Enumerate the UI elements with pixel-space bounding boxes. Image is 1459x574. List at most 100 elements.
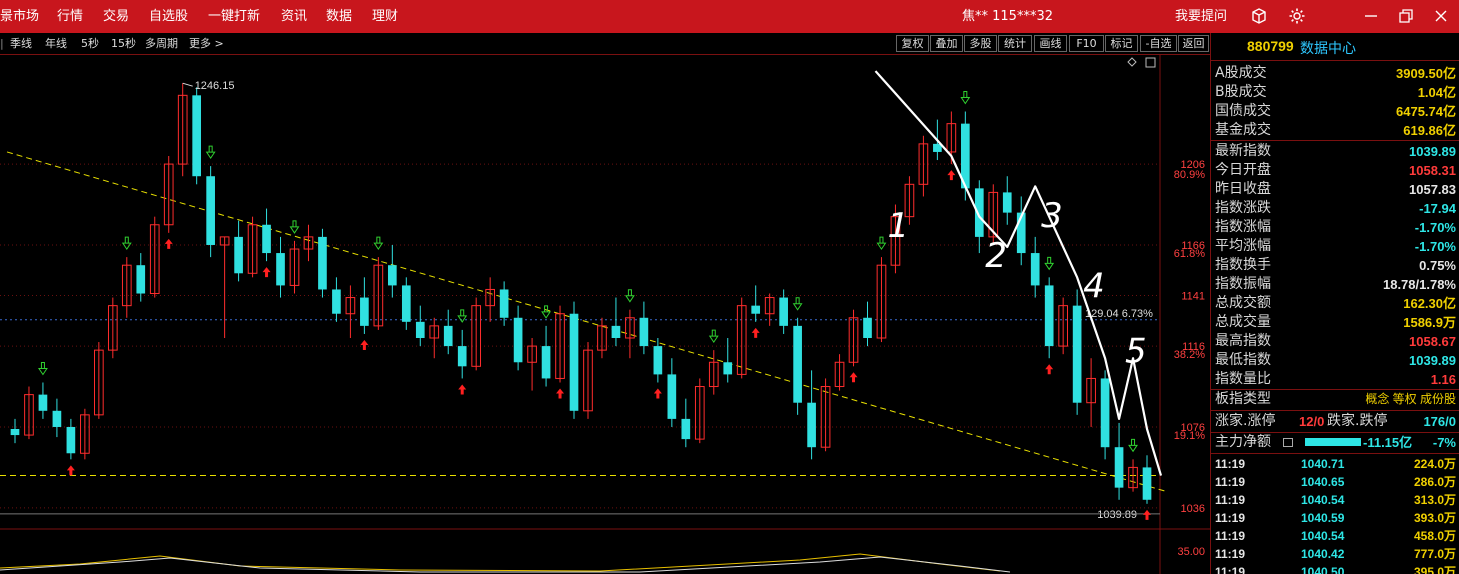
tick-price: 1040.65 xyxy=(1301,475,1345,489)
candle-body xyxy=(10,429,20,436)
panel-toggle-icon xyxy=(1145,57,1156,68)
menu-finance[interactable]: 理财 xyxy=(372,8,398,25)
period-5s[interactable]: 5秒 xyxy=(81,36,99,51)
menu-data[interactable]: 数据 xyxy=(326,8,352,25)
draw-line-button[interactable]: 画线 xyxy=(1034,35,1067,52)
stat-row: 总成交量 1586.9万 xyxy=(1211,313,1459,332)
candle-body xyxy=(234,236,243,274)
user-account[interactable]: 焦** 115***32 xyxy=(962,8,1053,25)
mark-button[interactable]: 标记 xyxy=(1105,35,1138,52)
tick-volume: 224.0万 xyxy=(1413,457,1456,471)
buy-signal-icon xyxy=(360,339,369,350)
stat-row: 平均涨幅 -1.70% xyxy=(1211,237,1459,256)
chart-toolbar: | 季线 年线 5秒 15秒 多周期 更多 > 复权 叠加 多股 统计 画线 F… xyxy=(0,33,1210,55)
volume-label: 基金成交 xyxy=(1215,122,1271,138)
sell-signal-icon xyxy=(373,236,384,251)
index-type-label: 板指类型 xyxy=(1215,391,1271,407)
menu-watchlist[interactable]: 自选股 xyxy=(149,8,188,25)
candle-body xyxy=(1114,447,1124,488)
tick-time: 11:19 xyxy=(1215,565,1246,574)
candle-body xyxy=(1142,467,1152,500)
stat-row: 昨日收盘 1057.83 xyxy=(1211,180,1459,199)
tick-row: 11:19 1040.54 313.0万 xyxy=(1211,491,1459,509)
candle-body xyxy=(387,265,397,286)
candle-body xyxy=(499,289,509,318)
index-type-row: 板指类型 概念 等权 成份股 xyxy=(1211,390,1459,409)
stats-button[interactable]: 统计 xyxy=(998,35,1032,52)
stat-value: 1039.89 xyxy=(1409,353,1456,368)
period-year[interactable]: 年线 xyxy=(45,36,67,51)
tick-volume: 777.0万 xyxy=(1413,547,1456,561)
stat-row: 指数涨跌 -17.94 xyxy=(1211,199,1459,218)
kline-chart[interactable]: 12061166114111161076103680.9%61.8%38.2%1… xyxy=(0,55,1210,574)
stat-label: 最新指数 xyxy=(1215,143,1271,159)
tick-row: 11:19 1040.54 458.0万 xyxy=(1211,527,1459,545)
buy-signal-icon xyxy=(1045,364,1054,375)
remove-watchlist-button[interactable]: -自选 xyxy=(1140,35,1177,52)
back-button[interactable]: 返回 xyxy=(1178,35,1209,52)
period-15s[interactable]: 15秒 xyxy=(111,36,136,51)
candle-body xyxy=(360,297,369,326)
volume-value: 6475.74亿 xyxy=(1396,104,1456,119)
pct-tick-label: 38.2% xyxy=(1174,349,1205,361)
cube-icon[interactable] xyxy=(1250,7,1268,25)
candle-body xyxy=(276,253,285,286)
minimize-icon[interactable] xyxy=(1362,7,1380,25)
stat-label: 平均涨幅 xyxy=(1215,238,1271,254)
stat-row: 指数振幅 18.78/1.78% xyxy=(1211,275,1459,294)
candle-body xyxy=(401,285,411,322)
f10-button[interactable]: F10 xyxy=(1069,35,1104,52)
index-name: 数据中心 xyxy=(1300,41,1356,57)
volume-value: 619.86亿 xyxy=(1403,123,1456,138)
main-flow-label: 主力净额 xyxy=(1215,434,1271,450)
annotation-digit: 1 xyxy=(887,206,909,246)
annotation-digit: 5 xyxy=(1125,331,1147,371)
tick-row: 11:19 1040.59 393.0万 xyxy=(1211,509,1459,527)
gear-icon[interactable] xyxy=(1288,7,1306,25)
tick-price: 1040.50 xyxy=(1301,565,1345,574)
index-type-values[interactable]: 概念 等权 成份股 xyxy=(1365,390,1456,409)
tick-time: 11:19 xyxy=(1215,547,1246,561)
volume-value: 1.04亿 xyxy=(1417,85,1456,100)
candle-body xyxy=(569,313,579,411)
menu-news[interactable]: 资讯 xyxy=(281,8,307,25)
menu-trade[interactable]: 交易 xyxy=(103,8,129,25)
volume-ma-line xyxy=(0,553,1001,572)
restore-rights-button[interactable]: 复权 xyxy=(896,35,929,52)
menu-ipo[interactable]: 一键打新 xyxy=(208,8,260,25)
period-more[interactable]: 更多 > xyxy=(189,36,224,51)
candle-body xyxy=(751,305,761,314)
sell-signal-icon xyxy=(624,289,635,303)
candle-body xyxy=(1044,285,1054,347)
menu-quotes[interactable]: 行情 xyxy=(57,8,83,25)
stat-row: 最高指数 1058.67 xyxy=(1211,332,1459,351)
menu-icon[interactable] xyxy=(1283,438,1293,447)
tick-row: 11:19 1040.71 224.0万 xyxy=(1211,455,1459,473)
pct-tick-label: 19.1% xyxy=(1174,430,1205,442)
candle-body xyxy=(318,236,327,290)
restore-icon[interactable] xyxy=(1397,7,1415,25)
period-multi[interactable]: 多周期 xyxy=(145,36,178,51)
candle-body xyxy=(667,374,677,419)
candle-body xyxy=(136,265,146,294)
volume-row: 国债成交 6475.74亿 xyxy=(1211,102,1459,121)
y-tick-label: 1141 xyxy=(1181,291,1205,303)
volume-row: A股成交 3909.50亿 xyxy=(1211,64,1459,83)
stat-row: 指数涨幅 -1.70% xyxy=(1211,218,1459,237)
menu-market[interactable]: 景市场 xyxy=(0,8,39,25)
period-quarter[interactable]: 季线 xyxy=(10,36,32,51)
buy-signal-icon xyxy=(458,384,467,395)
close-icon[interactable] xyxy=(1432,7,1450,25)
stat-label: 指数振幅 xyxy=(1215,276,1271,292)
panel-divider xyxy=(1211,410,1459,411)
help-link[interactable]: 我要提问 xyxy=(1175,8,1227,25)
stat-value: 1057.83 xyxy=(1409,182,1456,197)
multi-stock-button[interactable]: 多股 xyxy=(964,35,997,52)
tick-volume: 313.0万 xyxy=(1413,493,1456,507)
sell-signal-icon xyxy=(1044,256,1055,271)
stat-value: 1.16 xyxy=(1430,372,1456,387)
candle-body xyxy=(457,346,467,367)
buy-signal-icon xyxy=(262,267,271,278)
overlay-button[interactable]: 叠加 xyxy=(930,35,963,52)
stat-row: 最低指数 1039.89 xyxy=(1211,351,1459,370)
